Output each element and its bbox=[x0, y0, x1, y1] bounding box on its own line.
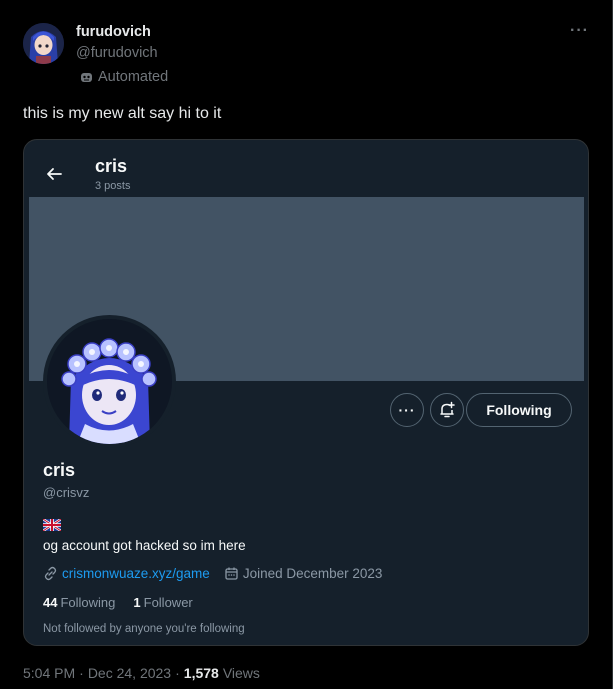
profile-screenshot: cris 3 posts ··· Following cris @crisvz … bbox=[29, 147, 584, 640]
profile-website-link[interactable]: crismonwuaze.xyz/game bbox=[62, 566, 210, 581]
automated-text: Automated bbox=[98, 69, 169, 85]
tweet-date[interactable]: Dec 24, 2023 bbox=[88, 665, 171, 681]
uk-flag-icon bbox=[43, 519, 61, 531]
ellipsis-icon: ··· bbox=[398, 402, 416, 418]
author-handle[interactable]: @furudovich bbox=[76, 45, 158, 61]
embedded-image[interactable]: cris 3 posts ··· Following cris @crisvz … bbox=[23, 139, 589, 646]
profile-bio: og account got hacked so im here bbox=[43, 538, 246, 553]
following-count-link[interactable]: 44 Following bbox=[43, 595, 115, 610]
tweet-time[interactable]: 5:04 PM bbox=[23, 665, 75, 681]
post-count: 3 posts bbox=[95, 180, 131, 192]
author-avatar[interactable] bbox=[23, 23, 64, 64]
author-name[interactable]: furudovich bbox=[76, 24, 151, 40]
following-button[interactable]: Following bbox=[466, 393, 572, 427]
more-actions-button[interactable]: ··· bbox=[390, 393, 424, 427]
views-count: 1,578 bbox=[183, 665, 219, 681]
not-followed-notice: Not followed by anyone you're following bbox=[43, 623, 245, 635]
link-icon bbox=[44, 566, 57, 581]
tweet: furudovich @furudovich Automated ··· thi… bbox=[0, 0, 613, 689]
profile-header-title: cris bbox=[95, 156, 128, 176]
notifications-button[interactable] bbox=[430, 393, 464, 427]
calendar-icon bbox=[225, 567, 238, 580]
profile-handle: @crisvz bbox=[43, 485, 90, 500]
profile-name: cris bbox=[43, 460, 76, 480]
joined-date: Joined December 2023 bbox=[242, 566, 383, 581]
separator-dot: · bbox=[79, 665, 84, 681]
bot-icon bbox=[81, 72, 92, 82]
back-arrow-icon bbox=[47, 168, 62, 180]
more-options-icon[interactable]: ··· bbox=[570, 22, 589, 40]
bell-plus-icon bbox=[440, 401, 455, 418]
automated-label: Automated bbox=[80, 69, 168, 85]
follower-count-link[interactable]: 1 Follower bbox=[133, 595, 192, 610]
separator-dot: · bbox=[175, 665, 180, 681]
profile-picture bbox=[43, 315, 176, 448]
profile-meta: crismonwuaze.xyz/game Joined December 20… bbox=[43, 566, 382, 581]
tweet-footer: 5:04 PM · Dec 24, 2023 · 1,578 Views bbox=[23, 665, 260, 681]
tweet-text: this is my new alt say hi to it bbox=[23, 105, 222, 122]
follow-counts: 44 Following 1 Follower bbox=[43, 595, 193, 610]
views-label: Views bbox=[222, 665, 260, 681]
